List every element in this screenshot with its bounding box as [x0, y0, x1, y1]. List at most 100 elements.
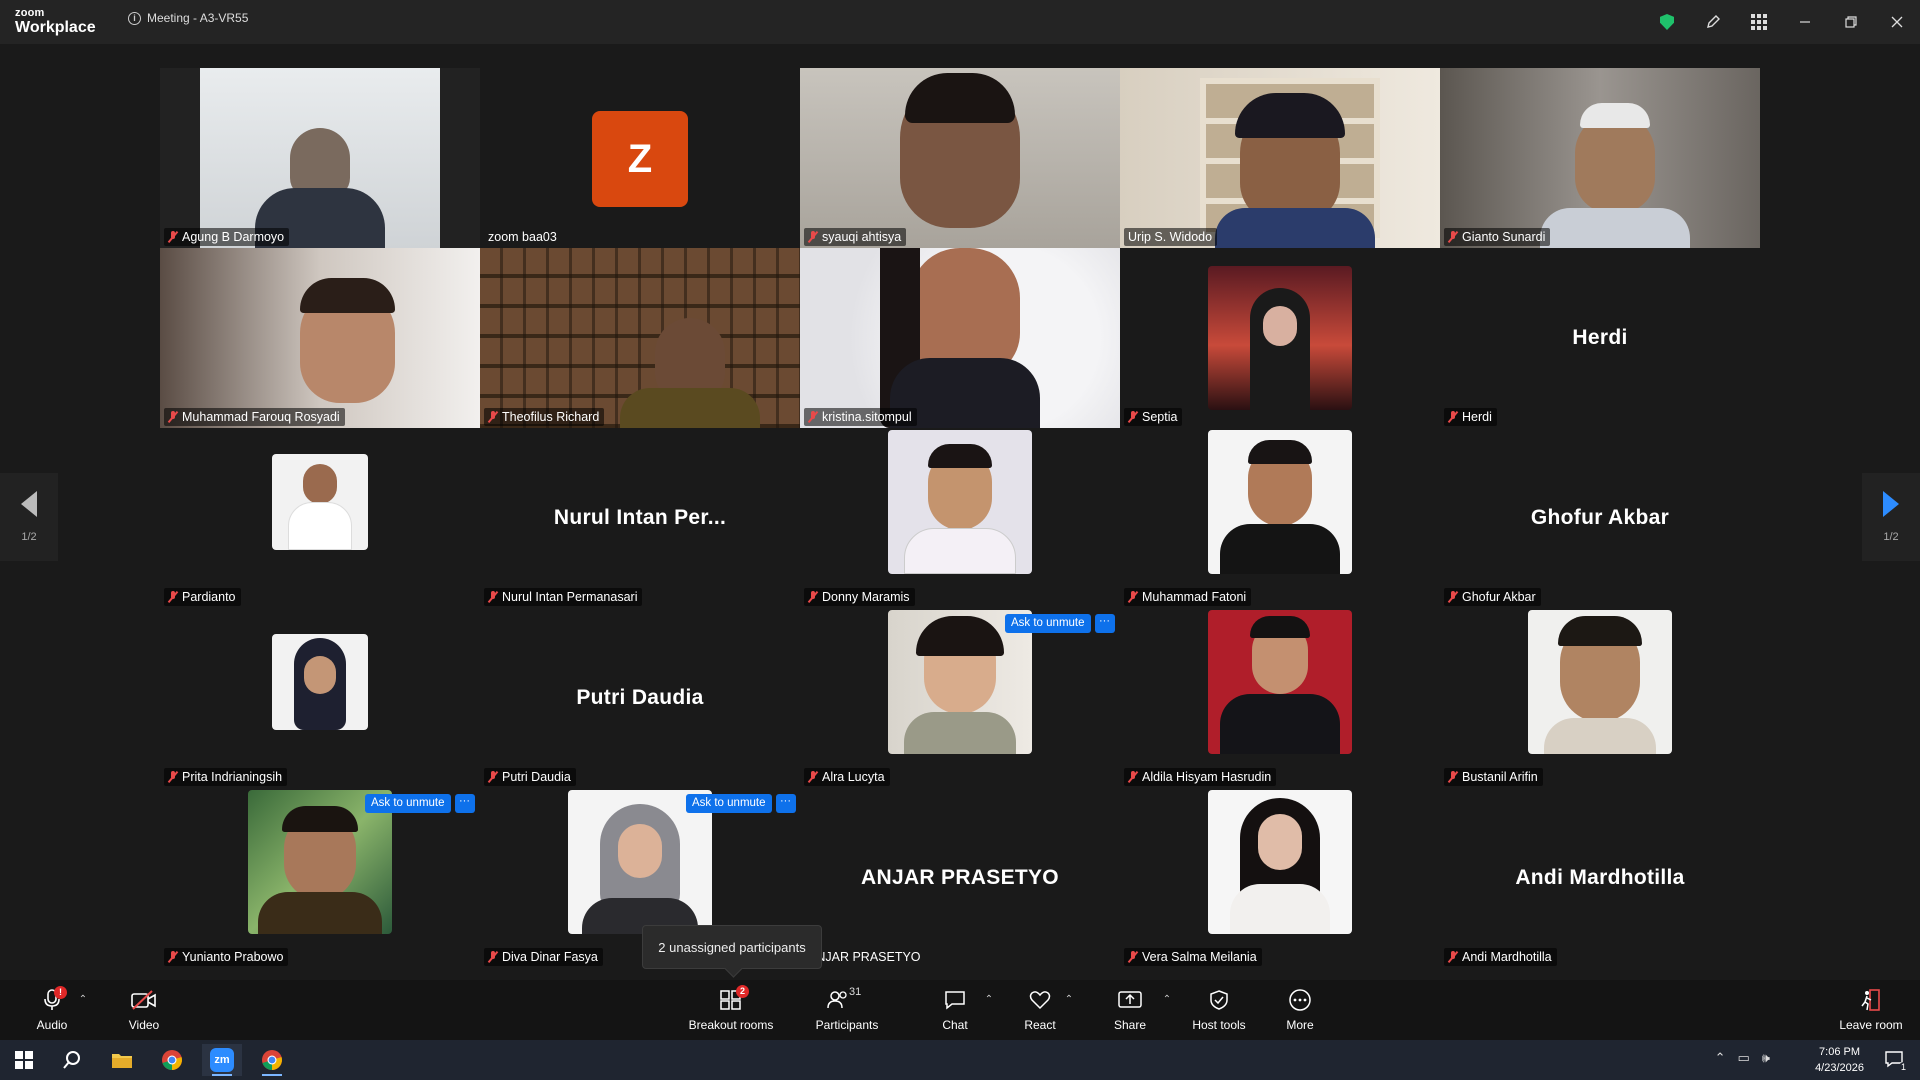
share-button[interactable]: Share	[1112, 980, 1148, 1040]
restore-button[interactable]	[1828, 0, 1874, 44]
next-page-button[interactable]: 1/2	[1862, 473, 1920, 561]
react-label: React	[1024, 1018, 1056, 1032]
chrome-profile-icon[interactable]	[252, 1044, 292, 1076]
meeting-toolbar: ! Audio ⌃ Video 2 Breakout rooms 31 Part…	[0, 980, 1920, 1040]
annotate-pen-icon[interactable]	[1690, 0, 1736, 44]
participant-tile[interactable]: Nurul Intan Per... Nurul Intan Permanasa…	[480, 428, 800, 608]
participant-tile[interactable]: Pardianto	[160, 428, 480, 608]
system-clock[interactable]: 7:06 PM 4/23/2026	[1815, 1044, 1864, 1076]
file-explorer-icon[interactable]	[102, 1044, 142, 1076]
participants-label: Participants	[815, 1018, 879, 1032]
close-button[interactable]	[1874, 0, 1920, 44]
participant-tile[interactable]: Andi Mardhotilla Andi Mardhotilla	[1440, 788, 1760, 968]
participant-tile[interactable]: Muhammad Fatoni	[1120, 428, 1440, 608]
chevron-up-icon[interactable]: ⌃	[1715, 1050, 1726, 1066]
chat-options-caret[interactable]: ⌃	[982, 980, 996, 1040]
share-options-caret[interactable]: ⌃	[1160, 980, 1174, 1040]
page-indicator: 1/2	[1883, 531, 1899, 543]
participant-name-label: Alra Lucyta	[804, 768, 890, 786]
video-button[interactable]: Video	[122, 980, 166, 1040]
mic-muted-icon	[488, 591, 498, 603]
participant-name-label: Yunianto Prabowo	[164, 948, 289, 966]
participant-display-name: Andi Mardhotilla	[1515, 866, 1685, 889]
participant-name-label: Septia	[1124, 408, 1183, 426]
more-options-button[interactable]: ···	[454, 794, 475, 813]
ask-to-unmute-button[interactable]: Ask to unmute	[1005, 614, 1091, 633]
participant-tile[interactable]: syauqi ahtisya	[800, 68, 1120, 248]
participant-tile[interactable]: ANJAR PRASETYO ANJAR PRASETYO	[800, 788, 1120, 968]
participant-tile-active-speaker[interactable]: Urip S. Widodo	[1120, 68, 1440, 248]
zoom-logo: zoom Workplace	[15, 8, 96, 36]
participant-tile[interactable]: Donny Maramis	[800, 428, 1120, 608]
participant-tile[interactable]: Gianto Sunardi	[1440, 68, 1760, 248]
mic-muted-icon	[808, 411, 818, 423]
start-button[interactable]	[4, 1044, 44, 1076]
react-button[interactable]: React	[1022, 980, 1058, 1040]
mic-muted-icon	[488, 771, 498, 783]
notification-center-button[interactable]: 1	[1884, 1050, 1908, 1072]
participant-tile[interactable]: Putri Daudia Putri Daudia	[480, 608, 800, 788]
participant-tile[interactable]: Muhammad Farouq Rosyadi	[160, 248, 480, 428]
chat-icon	[945, 991, 965, 1010]
host-shield-icon	[1210, 990, 1228, 1010]
zoom-app-icon[interactable]: zm	[202, 1044, 242, 1076]
participant-tile[interactable]: Aldila Hisyam Hasrudin	[1120, 608, 1440, 788]
chrome-icon[interactable]	[152, 1044, 192, 1076]
participant-display-name: ANJAR PRASETYO	[861, 866, 1059, 889]
gallery-view: Agung B Darmoyo Z zoom baa03 syauqi ahti…	[0, 44, 1920, 980]
host-tools-button[interactable]: Host tools	[1190, 980, 1248, 1040]
participant-name-label: Bustanil Arifin	[1444, 768, 1543, 786]
participant-tile[interactable]: Yunianto Prabowo	[160, 788, 480, 968]
minimize-button[interactable]	[1782, 0, 1828, 44]
more-options-button[interactable]: ···	[1094, 614, 1115, 633]
participant-tile[interactable]: Alra Lucyta	[800, 608, 1120, 788]
mic-muted-icon	[168, 951, 178, 963]
audio-options-caret[interactable]: ⌃	[76, 980, 90, 1040]
leave-room-button[interactable]: Leave room	[1838, 980, 1904, 1040]
security-shield-icon[interactable]	[1644, 0, 1690, 44]
participant-name-label: Urip S. Widodo	[1124, 228, 1218, 246]
meeting-info[interactable]: i Meeting - A3-VR55	[128, 11, 248, 25]
mic-muted-icon	[808, 771, 818, 783]
apps-grid-icon[interactable]	[1736, 0, 1782, 44]
participants-button[interactable]: 31 Participants	[812, 980, 882, 1040]
participant-tile[interactable]: Septia	[1120, 248, 1440, 428]
audio-button[interactable]: ! Audio	[30, 980, 74, 1040]
participant-tile[interactable]: Theofilus Richard	[480, 248, 800, 428]
mic-muted-icon	[808, 591, 818, 603]
chat-button[interactable]: Chat	[938, 980, 972, 1040]
participant-name-label: ANJAR PRASETYO	[808, 950, 921, 964]
participant-tile[interactable]: Bustanil Arifin	[1440, 608, 1760, 788]
meeting-title: Meeting - A3-VR55	[147, 11, 249, 25]
mic-muted-icon	[168, 411, 178, 423]
ask-to-unmute-button[interactable]: Ask to unmute	[365, 794, 451, 813]
leave-icon	[1861, 989, 1880, 1011]
more-label: More	[1286, 1018, 1314, 1032]
chat-label: Chat	[942, 1018, 968, 1032]
participant-tile[interactable]: Herdi Herdi	[1440, 248, 1760, 428]
participant-display-name: Nurul Intan Per...	[553, 506, 727, 529]
participant-tile[interactable]: Vera Salma Meilania	[1120, 788, 1440, 968]
participant-tile[interactable]: Agung B Darmoyo	[160, 68, 480, 248]
participant-name-label: Muhammad Fatoni	[1124, 588, 1252, 606]
participant-tile[interactable]: Ghofur Akbar Ghofur Akbar	[1440, 428, 1760, 608]
audio-badge: !	[54, 986, 67, 999]
network-icon[interactable]: ▭	[1738, 1050, 1750, 1066]
participant-tile[interactable]: Prita Indrianingsih	[160, 608, 480, 788]
heart-icon	[1029, 991, 1051, 1010]
ask-to-unmute-button[interactable]: Ask to unmute	[686, 794, 772, 813]
previous-page-button[interactable]: 1/2	[0, 473, 58, 561]
react-options-caret[interactable]: ⌃	[1062, 980, 1076, 1040]
breakout-rooms-button[interactable]: 2 Breakout rooms	[684, 980, 778, 1040]
ask-to-unmute-group: Ask to unmute ···	[365, 794, 475, 813]
search-button[interactable]	[52, 1044, 92, 1076]
mic-muted-icon	[1448, 771, 1458, 783]
more-options-button[interactable]: ···	[775, 794, 796, 813]
title-bar: zoom Workplace i Meeting - A3-VR55	[0, 0, 1920, 44]
info-icon: i	[128, 11, 141, 25]
participant-name-label: zoom baa03	[488, 230, 557, 244]
more-button[interactable]: More	[1286, 980, 1314, 1040]
participant-tile[interactable]: kristina.sitompul	[800, 248, 1120, 428]
volume-icon[interactable]: 🕪	[1762, 1050, 1770, 1066]
participant-tile[interactable]: Z zoom baa03	[480, 68, 800, 248]
